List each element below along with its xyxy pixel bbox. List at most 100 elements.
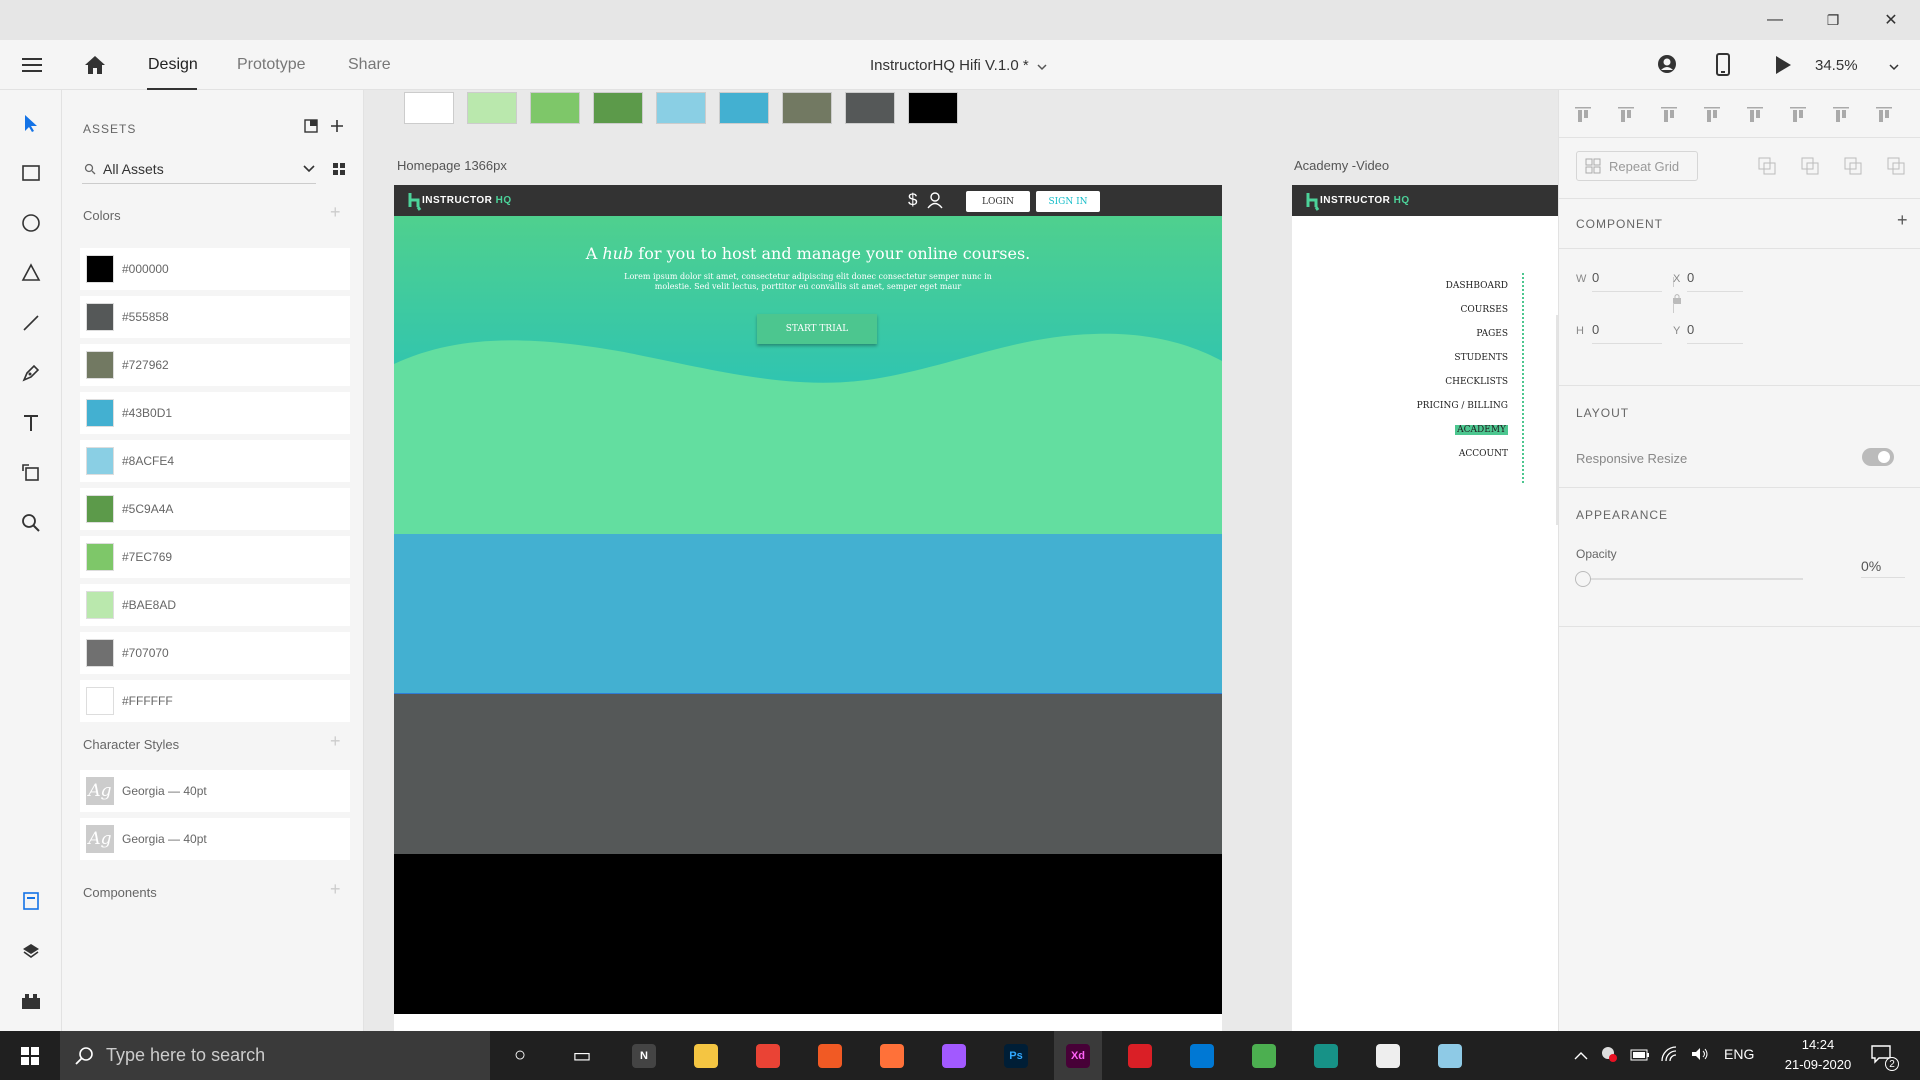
y-input[interactable]: 0: [1687, 322, 1743, 344]
cube-app-icon[interactable]: [1240, 1031, 1288, 1080]
x-input[interactable]: 0: [1687, 270, 1743, 292]
academy-nav-item[interactable]: PAGES: [1476, 329, 1508, 339]
color-swatch-item[interactable]: #707070: [80, 632, 350, 674]
battery-icon[interactable]: [1630, 1048, 1650, 1066]
clapper-app-icon[interactable]: [1364, 1031, 1412, 1080]
artboard-homepage[interactable]: INSTRUCTOR HQ $ LOGIN SIGN IN A hub for …: [394, 185, 1222, 1031]
file-explorer-icon[interactable]: [682, 1031, 730, 1080]
opacity-input[interactable]: 0%: [1861, 558, 1905, 578]
windows-start-icon[interactable]: [6, 1031, 54, 1080]
chrome-icon[interactable]: [744, 1031, 792, 1080]
align-top-icon[interactable]: [1573, 105, 1593, 125]
canvas-swatch[interactable]: [593, 92, 643, 124]
minimize-button[interactable]: —: [1752, 0, 1798, 40]
chevron-down-icon[interactable]: [1036, 59, 1048, 77]
line-tool-icon[interactable]: [18, 310, 44, 336]
zoom-chevron-icon[interactable]: [1888, 59, 1900, 77]
git-kraken-icon[interactable]: [1302, 1031, 1350, 1080]
add-component-icon[interactable]: +: [330, 879, 341, 900]
align-center-icon[interactable]: [1788, 105, 1808, 125]
cortana-icon[interactable]: ○: [496, 1031, 544, 1080]
opacity-slider-track[interactable]: [1581, 578, 1803, 580]
login-button[interactable]: LOGIN: [966, 191, 1030, 212]
academy-nav-item[interactable]: ACCOUNT: [1459, 449, 1508, 459]
align-middle-icon[interactable]: [1616, 105, 1636, 125]
creative-cloud-icon[interactable]: [1116, 1031, 1164, 1080]
artboard-academy-video[interactable]: INSTRUCTOR HQ DASHBOARD COURSES PAGES STUDE…: [1292, 185, 1558, 1031]
document-title[interactable]: InstructorHQ Hifi V.1.0 *: [870, 40, 1029, 90]
align-bottom-icon[interactable]: [1659, 105, 1679, 125]
add-shape-icon[interactable]: [1887, 157, 1905, 180]
exclude-icon[interactable]: [1844, 157, 1862, 180]
layers-icon[interactable]: [18, 938, 44, 964]
play-icon[interactable]: [1774, 55, 1792, 80]
assets-filter-dropdown[interactable]: All Assets: [82, 156, 316, 184]
character-style-item[interactable]: Ag Georgia — 40pt: [80, 818, 350, 860]
canvas-swatch[interactable]: [908, 92, 958, 124]
zoom-tool-icon[interactable]: [18, 510, 44, 536]
add-asset-icon[interactable]: [330, 119, 344, 138]
clock-time[interactable]: 14:24: [1768, 1037, 1868, 1052]
artboard-label-academy[interactable]: Academy -Video: [1294, 158, 1389, 173]
volume-icon[interactable]: [1690, 1045, 1710, 1068]
color-swatch-item[interactable]: #43B0D1: [80, 392, 350, 434]
taskbar-search-box[interactable]: Type here to search: [60, 1031, 490, 1080]
vscode-icon[interactable]: [1178, 1031, 1226, 1080]
subtract-icon[interactable]: [1758, 157, 1776, 180]
color-swatch-item[interactable]: #555858: [80, 296, 350, 338]
align-right-icon[interactable]: [1831, 105, 1851, 125]
intersect-icon[interactable]: [1801, 157, 1819, 180]
photoshop-icon[interactable]: Ps: [992, 1031, 1040, 1080]
notion-icon[interactable]: N: [620, 1031, 668, 1080]
color-swatch-item[interactable]: #000000: [80, 248, 350, 290]
grid-view-icon[interactable]: [332, 162, 346, 181]
restore-button[interactable]: ❐: [1810, 0, 1856, 40]
figma-icon[interactable]: [930, 1031, 978, 1080]
character-style-item[interactable]: Ag Georgia — 40pt: [80, 770, 350, 812]
adobe-xd-icon[interactable]: Xd: [1054, 1031, 1102, 1080]
canvas-swatch[interactable]: [404, 92, 454, 124]
blue-section[interactable]: [394, 534, 1222, 694]
academy-nav-item[interactable]: PRICING / BILLING: [1417, 401, 1508, 411]
ellipse-tool-icon[interactable]: [18, 210, 44, 236]
clock-date[interactable]: 21-09-2020: [1768, 1057, 1868, 1072]
canvas-swatch[interactable]: [845, 92, 895, 124]
add-character-style-icon[interactable]: +: [330, 731, 341, 752]
align-left-icon[interactable]: [1745, 105, 1765, 125]
opacity-slider-handle[interactable]: [1575, 571, 1591, 587]
add-color-icon[interactable]: +: [330, 202, 341, 223]
height-input[interactable]: 0: [1592, 322, 1662, 344]
color-swatch-item[interactable]: #BAE8AD: [80, 584, 350, 626]
rectangle-tool-icon[interactable]: [18, 160, 44, 186]
user-icon[interactable]: [1656, 53, 1678, 80]
input-language[interactable]: ENG: [1724, 1046, 1754, 1062]
academy-nav-item[interactable]: COURSES: [1460, 305, 1508, 315]
zoom-level[interactable]: 34.5%: [1815, 40, 1858, 90]
sync-status-icon[interactable]: [1600, 1045, 1618, 1068]
artboard-tool-icon[interactable]: [18, 460, 44, 486]
show-hidden-icons-icon[interactable]: [1574, 1048, 1588, 1066]
distribute-horizontal-icon[interactable]: [1874, 105, 1894, 125]
start-trial-button[interactable]: START TRIAL: [757, 314, 877, 344]
responsive-resize-toggle[interactable]: [1862, 448, 1894, 466]
wifi-icon[interactable]: [1660, 1045, 1678, 1068]
design-canvas[interactable]: Homepage 1366px INSTRUCTOR HQ $ LOGIN SI…: [364, 90, 1558, 1031]
canvas-swatch[interactable]: [530, 92, 580, 124]
grey-section-selected[interactable]: [394, 693, 1222, 855]
open-library-icon[interactable]: [304, 119, 318, 138]
tab-design[interactable]: Design: [148, 40, 198, 90]
signin-button[interactable]: SIGN IN: [1036, 191, 1100, 212]
add-component-icon[interactable]: +: [1897, 210, 1908, 231]
home-icon[interactable]: [82, 53, 108, 77]
text-tool-icon[interactable]: [18, 410, 44, 436]
select-tool-icon[interactable]: [18, 110, 44, 136]
canvas-swatch[interactable]: [719, 92, 769, 124]
device-preview-icon[interactable]: [1716, 53, 1730, 82]
tab-prototype[interactable]: Prototype: [237, 40, 305, 90]
repeat-grid-button[interactable]: Repeat Grid: [1576, 151, 1698, 181]
canvas-swatch[interactable]: [782, 92, 832, 124]
tab-share[interactable]: Share: [348, 40, 391, 90]
polygon-tool-icon[interactable]: [18, 260, 44, 286]
plugins-icon[interactable]: [18, 988, 44, 1014]
color-swatch-item[interactable]: #7EC769: [80, 536, 350, 578]
